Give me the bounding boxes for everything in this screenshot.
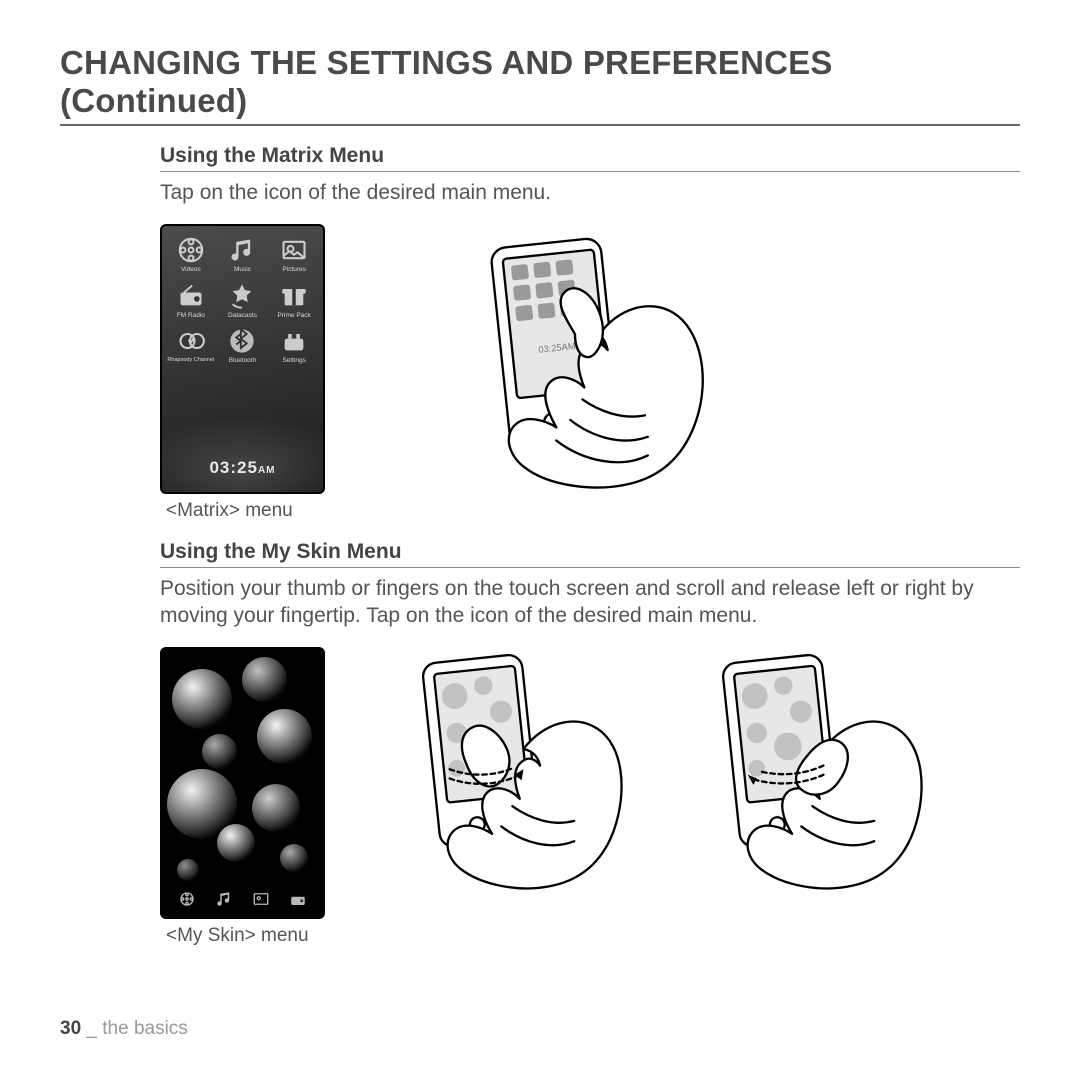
myskin-device-screenshot bbox=[160, 647, 325, 919]
section1-body: Tap on the icon of the desired main menu… bbox=[160, 180, 1020, 206]
pictures-icon bbox=[276, 234, 312, 266]
page-number: 30 bbox=[60, 1018, 81, 1039]
bar-music-icon bbox=[215, 890, 233, 913]
bar-videos-icon bbox=[178, 890, 196, 913]
bluetooth-icon bbox=[224, 325, 260, 357]
section1-heading: Using the Matrix Menu bbox=[160, 144, 1020, 172]
bar-radio-icon bbox=[289, 890, 307, 913]
bar-pictures-icon bbox=[252, 890, 270, 913]
icon-label: FM Radio bbox=[177, 313, 205, 320]
page-title: CHANGING THE SETTINGS AND PREFERENCES (C… bbox=[60, 44, 1020, 126]
page-footer: 30 _ the basics bbox=[60, 1018, 188, 1040]
myskin-screenshot-container: <My Skin> menu bbox=[160, 647, 325, 947]
hand-swipe-right-illustration bbox=[385, 647, 625, 897]
datacasts-icon bbox=[224, 280, 260, 312]
icon-label: Settings bbox=[282, 358, 306, 365]
section1-figure-row: Videos Music Pictures bbox=[160, 224, 1020, 522]
settings-icon bbox=[276, 325, 312, 357]
icon-label: Datacasts bbox=[228, 313, 257, 320]
music-icon bbox=[224, 234, 260, 266]
clock-time: 03:25 bbox=[209, 458, 257, 477]
clock-display: 03:25AM bbox=[162, 458, 323, 478]
section2-heading: Using the My Skin Menu bbox=[160, 540, 1020, 568]
rhapsody-icon bbox=[173, 325, 209, 357]
prime-pack-icon bbox=[276, 280, 312, 312]
icon-label: Bluetooth bbox=[229, 358, 256, 365]
matrix-device-screenshot: Videos Music Pictures bbox=[160, 224, 325, 494]
hand-tap-illustration: 03:25AM bbox=[435, 224, 715, 504]
fm-radio-icon bbox=[173, 280, 209, 312]
icon-label: Pictures bbox=[282, 267, 305, 274]
clock-ampm: AM bbox=[258, 465, 276, 476]
matrix-screenshot-container: Videos Music Pictures bbox=[160, 224, 325, 522]
videos-icon bbox=[173, 234, 209, 266]
hand-swipe-left-illustration bbox=[685, 647, 925, 897]
section2-body: Position your thumb or fingers on the to… bbox=[160, 576, 1020, 629]
icon-label: Videos bbox=[181, 267, 201, 274]
section2-figure-row: <My Skin> menu bbox=[160, 647, 1020, 947]
icon-label: Rhapsody Channel bbox=[167, 358, 214, 364]
matrix-caption: <Matrix> menu bbox=[166, 500, 325, 522]
myskin-caption: <My Skin> menu bbox=[166, 925, 325, 947]
footer-sep: _ bbox=[81, 1018, 102, 1039]
icon-label: Music bbox=[234, 267, 251, 274]
footer-section: the basics bbox=[102, 1018, 188, 1039]
icon-label: Prime Pack bbox=[278, 313, 311, 320]
